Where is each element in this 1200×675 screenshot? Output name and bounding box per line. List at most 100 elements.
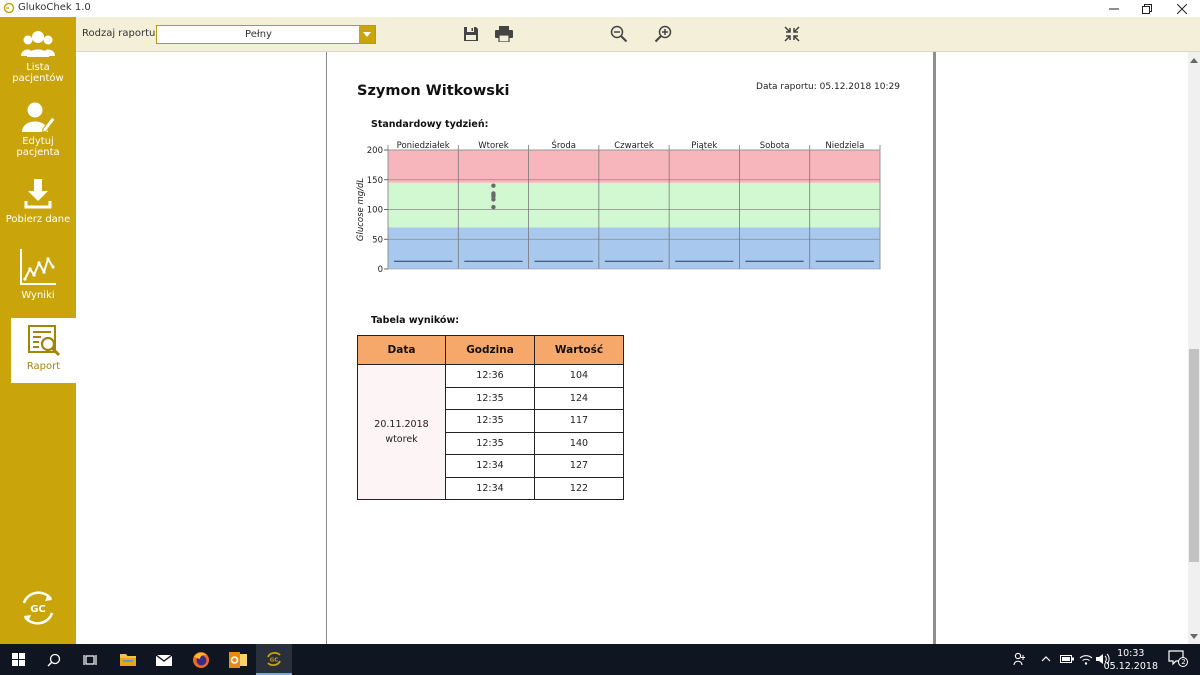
clock-date: 05.12.2018: [1103, 661, 1158, 672]
report-type-label: Rodzaj raportu:: [82, 28, 159, 39]
file-explorer-icon: [120, 654, 136, 666]
fit-page-button[interactable]: [781, 24, 803, 44]
sidebar-item-patient-list[interactable]: Lista pacjentów: [0, 29, 76, 84]
edit-user-icon: [22, 102, 55, 133]
mail-button[interactable]: [146, 644, 182, 675]
firefox-button[interactable]: [183, 644, 219, 675]
gc-logo-icon: GC: [22, 591, 54, 625]
scrollbar-thumb[interactable]: [1189, 349, 1199, 562]
print-button[interactable]: [493, 24, 515, 44]
app-logo-icon: [3, 2, 15, 14]
close-icon: [1177, 3, 1187, 14]
zoom-in-icon: [654, 25, 672, 43]
task-view-button[interactable]: [72, 644, 108, 675]
zoom-out-button[interactable]: [608, 24, 630, 44]
y-tick-label: 100: [367, 206, 383, 216]
time-cell: 12:35: [445, 431, 535, 455]
title-bar: GlukoChek 1.0: [0, 0, 1200, 17]
taskbar: GC 10:33 05.12.2018 2: [0, 644, 1200, 675]
minimize-icon: [1109, 8, 1119, 9]
restore-icon: [1142, 3, 1152, 14]
notifications-button[interactable]: 2: [1168, 649, 1188, 667]
sidebar-item-label: Edytuj: [22, 136, 54, 147]
sidebar-item-label: Raport: [26, 361, 61, 372]
mail-icon: [156, 653, 172, 666]
vertical-scrollbar[interactable]: [1188, 52, 1200, 644]
zoom-out-icon: [610, 25, 628, 43]
sidebar-item-label: Pobierz dane: [5, 214, 71, 225]
line-chart-icon: [20, 249, 56, 285]
minimize-button[interactable]: [1096, 0, 1132, 17]
glucose-point: [491, 183, 496, 188]
sidebar-item-edit-patient[interactable]: Edytuj pacjenta: [0, 101, 76, 158]
time-cell: 12:36: [445, 364, 535, 388]
search-icon: [47, 653, 61, 667]
scroll-down-icon[interactable]: [1188, 630, 1200, 642]
date-value: 20.11.2018: [374, 419, 429, 430]
glucose-point: [491, 204, 496, 210]
day-label: Wtorek: [478, 141, 508, 151]
standard-week-chart: Poniedziałek Wtorek Środa Czwartek Piątek Sob…: [356, 139, 881, 275]
outlook-button[interactable]: [220, 644, 256, 675]
sidebar-item-label: pacjenta: [16, 147, 60, 158]
sidebar-item-report[interactable]: Raport: [11, 318, 76, 383]
report-type-value: Pełny: [245, 29, 272, 40]
date-cell: 20.11.2018 wtorek: [357, 364, 446, 500]
glukochek-app-button[interactable]: GC: [256, 644, 292, 675]
chevron-up-icon[interactable]: [1041, 652, 1051, 666]
y-tick-label: 200: [367, 146, 383, 156]
results-table: Data Godzina Wartość 20.11.2018 wtorek 1…: [357, 335, 624, 500]
patient-name: Szymon Witkowski: [357, 83, 510, 99]
zoom-in-button[interactable]: [652, 24, 674, 44]
time-cell: 12:35: [445, 386, 535, 410]
y-tick-label: 0: [378, 265, 383, 275]
weekday-value: wtorek: [385, 434, 418, 445]
svg-text:GC: GC: [30, 604, 46, 615]
windows-start-button[interactable]: [0, 644, 36, 675]
restore-button[interactable]: [1129, 0, 1165, 17]
print-icon: [495, 26, 513, 42]
day-label: Niedziela: [825, 141, 864, 151]
save-button[interactable]: [460, 24, 482, 44]
file-explorer-button[interactable]: [110, 644, 146, 675]
value-cell: 124: [534, 386, 624, 410]
wifi-icon[interactable]: [1079, 652, 1093, 666]
sidebar-item-label: Wyniki: [21, 290, 55, 301]
outlook-icon: [229, 651, 247, 668]
range-band: [388, 150, 880, 183]
window-title: GlukoChek 1.0: [18, 2, 91, 13]
sidebar-item-download-data[interactable]: Pobierz dane: [0, 177, 76, 225]
app-window: GlukoChek 1.0 Lista pacjentów Edytuj pac…: [0, 0, 1200, 675]
download-icon: [24, 179, 52, 209]
sidebar-item-results[interactable]: Wyniki: [0, 247, 76, 301]
close-button[interactable]: [1164, 0, 1200, 17]
value-cell: 117: [534, 409, 624, 433]
report-type-select[interactable]: Pełny: [156, 25, 376, 44]
y-tick-label: 50: [372, 235, 383, 245]
day-label: Czwartek: [614, 141, 654, 151]
clock-time: 10:33: [1117, 648, 1145, 659]
time-cell: 12:35: [445, 409, 535, 433]
battery-icon[interactable]: [1060, 652, 1074, 666]
svg-text:GC: GC: [270, 657, 279, 663]
column-header-time: Godzina: [445, 335, 535, 365]
value-cell: 140: [534, 431, 624, 455]
search-button[interactable]: [36, 644, 72, 675]
report-viewer[interactable]: Szymon Witkowski Data raportu: 05.12.201…: [76, 52, 1188, 644]
report-page: Szymon Witkowski Data raportu: 05.12.201…: [326, 52, 936, 644]
report-date: Data raportu: 05.12.2018 10:29: [756, 82, 900, 92]
table-section-title: Tabela wyników:: [371, 315, 460, 326]
sidebar-item-label: pacjentów: [12, 73, 64, 84]
scroll-up-icon[interactable]: [1188, 54, 1200, 66]
chevron-down-icon[interactable]: [359, 26, 375, 43]
system-clock[interactable]: 10:33 05.12.2018: [1104, 647, 1158, 673]
fit-icon: [784, 26, 800, 42]
value-cell: 122: [534, 476, 624, 500]
time-cell: 12:34: [445, 454, 535, 478]
people-icon[interactable]: [1013, 652, 1027, 666]
week-section-title: Standardowy tydzień:: [371, 119, 489, 130]
day-label: Środa: [551, 139, 576, 151]
notification-count: 2: [1181, 658, 1186, 666]
column-header-value: Wartość: [534, 335, 624, 365]
value-cell: 127: [534, 454, 624, 478]
